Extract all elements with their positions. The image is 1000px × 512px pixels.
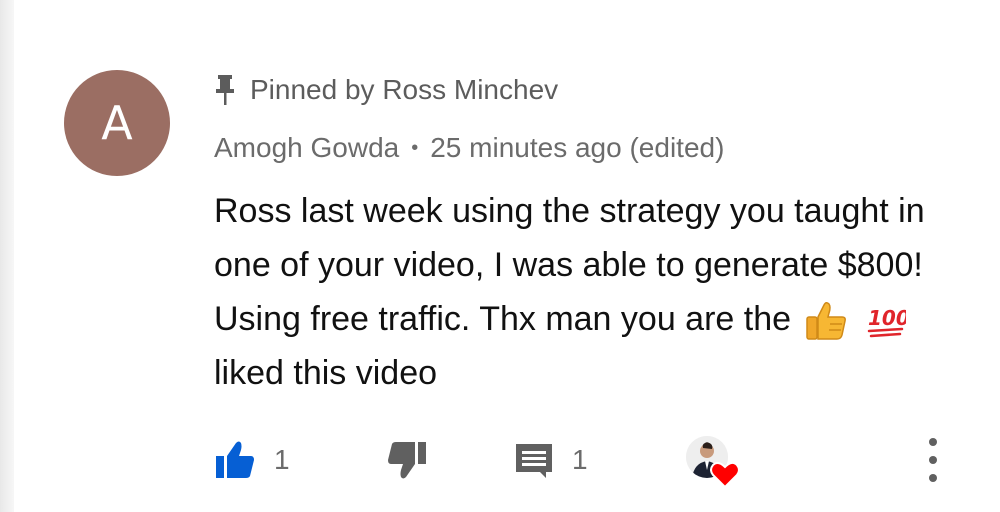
pinned-text: Pinned by Ross Minchev bbox=[250, 74, 559, 105]
author-avatar[interactable]: A bbox=[64, 70, 170, 176]
comment-timestamp: 25 minutes ago (edited) bbox=[430, 132, 725, 163]
more-dot bbox=[929, 456, 937, 464]
comment-icon bbox=[516, 444, 552, 478]
pin-icon bbox=[216, 75, 234, 105]
comment-text: Ross last week using the strategy you ta… bbox=[214, 184, 934, 400]
comment-meta: Amogh Gowda • 25 minutes ago (edited) bbox=[214, 128, 724, 168]
heart-icon bbox=[710, 461, 740, 488]
author-name[interactable]: Amogh Gowda bbox=[214, 132, 399, 164]
thumbs-up-emoji-icon bbox=[806, 302, 847, 340]
pinned-label: Pinned by Ross Minchev bbox=[214, 70, 558, 110]
thumbs-up-icon bbox=[216, 441, 254, 478]
more-options-icon[interactable] bbox=[918, 438, 948, 482]
more-dot bbox=[929, 438, 937, 446]
meta-separator: • bbox=[411, 136, 419, 159]
comment-text-part2: liked this video bbox=[214, 354, 438, 392]
comment-actions: 1 1 bbox=[0, 432, 1000, 488]
like-count: 1 bbox=[274, 444, 290, 475]
reply-count: 1 bbox=[572, 444, 588, 475]
dislike-button[interactable] bbox=[386, 432, 428, 488]
hundred-points-emoji-icon: 100 bbox=[867, 306, 906, 338]
reply-button[interactable]: 1 bbox=[514, 432, 588, 488]
creator-heart bbox=[686, 436, 740, 488]
avatar-letter: A bbox=[101, 96, 133, 150]
like-button[interactable]: 1 bbox=[214, 432, 290, 488]
more-dot bbox=[929, 474, 937, 482]
svg-text:100: 100 bbox=[868, 306, 906, 330]
thumbs-down-icon bbox=[388, 442, 426, 479]
